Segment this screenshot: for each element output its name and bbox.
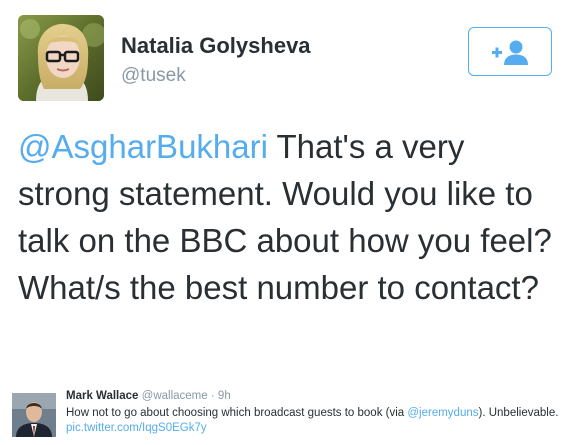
- quoted-text-before: How not to go about choosing which broad…: [66, 407, 408, 419]
- avatar-photo: [18, 15, 104, 101]
- quoted-mention-link[interactable]: @jeremyduns: [407, 407, 478, 419]
- quoted-timestamp[interactable]: 9h: [218, 390, 231, 402]
- avatar[interactable]: [18, 15, 104, 101]
- quoted-media-link[interactable]: pic.twitter.com/IqgS0EGk7y: [66, 422, 207, 434]
- quoted-separator: ·: [210, 390, 215, 402]
- follow-user-icon: [492, 40, 528, 65]
- quoted-text-after: ). Unbelievable.: [478, 407, 559, 419]
- quoted-header: Mark Wallace @wallaceme · 9h: [66, 390, 231, 402]
- tweet-mention-link[interactable]: @AsgharBukhari: [18, 128, 268, 165]
- quoted-avatar[interactable]: [12, 393, 56, 437]
- tweet-text: @AsgharBukhari That's a very strong stat…: [18, 123, 558, 311]
- follow-button[interactable]: [468, 27, 552, 76]
- quoted-tweet[interactable]: Mark Wallace @wallaceme · 9h How not to …: [0, 380, 568, 445]
- display-name[interactable]: Natalia Golysheva: [121, 33, 311, 59]
- quoted-author-name[interactable]: Mark Wallace: [66, 390, 138, 402]
- tweet-card: Natalia Golysheva @tusek @AsgharBukhari …: [0, 0, 568, 380]
- screen-name[interactable]: @tusek: [121, 65, 186, 87]
- quoted-text: How not to go about choosing which broad…: [66, 406, 561, 436]
- quoted-author-handle[interactable]: @wallaceme: [142, 390, 208, 402]
- quoted-avatar-photo: [12, 393, 56, 437]
